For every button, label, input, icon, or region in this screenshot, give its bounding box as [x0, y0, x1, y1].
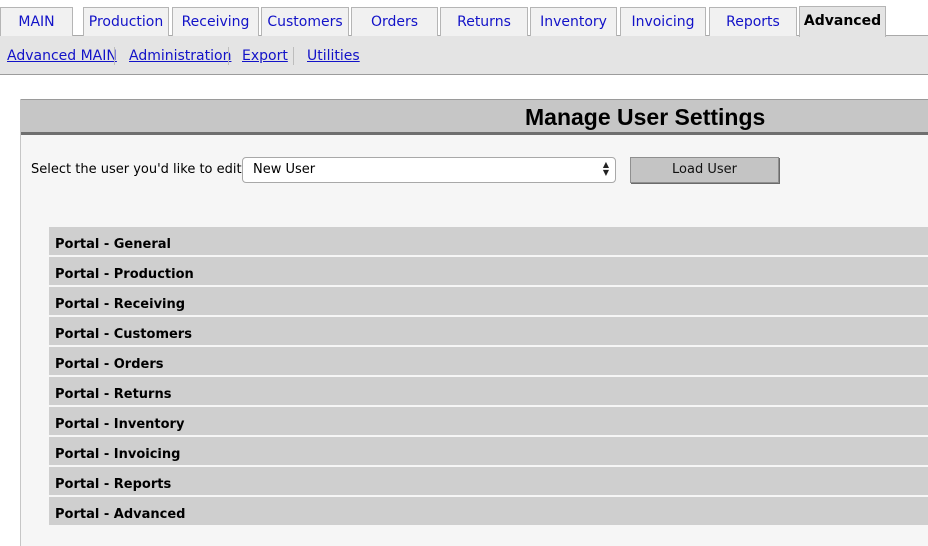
section-portal-general[interactable]: Portal - General [49, 227, 928, 255]
section-portal-advanced[interactable]: Portal - Advanced [49, 497, 928, 525]
section-portal-returns[interactable]: Portal - Returns [49, 377, 928, 405]
portal-sections-list: Portal - General Portal - Production Por… [49, 227, 928, 527]
subnav-link-export[interactable]: Export [242, 48, 288, 64]
tab-inventory[interactable]: Inventory [530, 7, 617, 36]
tab-production[interactable]: Production [83, 7, 169, 36]
section-portal-reports[interactable]: Portal - Reports [49, 467, 928, 495]
tab-returns[interactable]: Returns [440, 7, 528, 36]
tab-main[interactable]: MAIN [0, 7, 73, 36]
section-portal-inventory[interactable]: Portal - Inventory [49, 407, 928, 435]
main-tab-bar: MAIN Production Receiving Customers Orde… [0, 0, 928, 37]
sub-navigation: Advanced MAIN Administration Export Util… [0, 36, 928, 75]
section-portal-customers[interactable]: Portal - Customers [49, 317, 928, 345]
select-arrows-icon: ▲ ▼ [602, 160, 609, 177]
load-user-button[interactable]: Load User [630, 157, 779, 183]
user-select-label: Select the user you'd like to edit: [31, 162, 246, 177]
subnav-link-utilities[interactable]: Utilities [307, 48, 360, 64]
tab-advanced[interactable]: Advanced [799, 6, 886, 37]
user-select-dropdown[interactable]: New User ▲ ▼ [242, 157, 616, 183]
tab-invoicing[interactable]: Invoicing [620, 7, 706, 36]
subnav-divider [228, 47, 229, 65]
section-portal-production[interactable]: Portal - Production [49, 257, 928, 285]
subnav-link-administration[interactable]: Administration [129, 48, 231, 64]
subnav-divider [293, 47, 294, 65]
subnav-divider [114, 47, 115, 65]
page-title: Manage User Settings [525, 104, 766, 130]
manage-user-settings-panel: Manage User Settings Select the user you… [20, 99, 928, 546]
subnav-link-advanced-main[interactable]: Advanced MAIN [7, 48, 117, 64]
panel-header: Manage User Settings [21, 99, 928, 135]
tab-receiving[interactable]: Receiving [172, 7, 259, 36]
tab-reports[interactable]: Reports [709, 7, 797, 36]
section-portal-orders[interactable]: Portal - Orders [49, 347, 928, 375]
tab-orders[interactable]: Orders [351, 7, 438, 36]
section-portal-receiving[interactable]: Portal - Receiving [49, 287, 928, 315]
tab-customers[interactable]: Customers [261, 7, 349, 36]
section-portal-invoicing[interactable]: Portal - Invoicing [49, 437, 928, 465]
user-select-value: New User [253, 162, 316, 177]
